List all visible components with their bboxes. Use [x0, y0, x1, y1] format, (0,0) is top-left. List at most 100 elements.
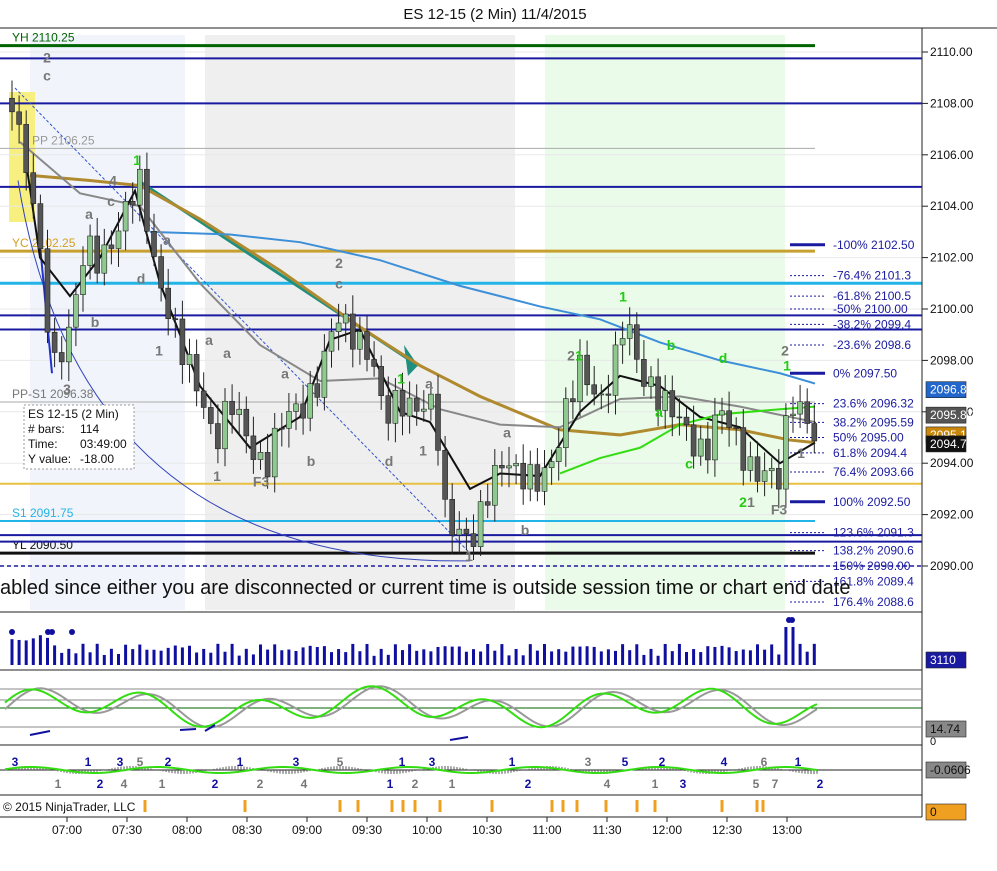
- candle-body: [598, 393, 605, 396]
- volume-bar: [244, 648, 248, 665]
- volume-bar: [614, 650, 617, 665]
- x-tick-label: 12:30: [712, 823, 742, 837]
- volume-bar: [564, 651, 568, 665]
- chart-window[interactable]: ES 12-15 (2 Min) 11/4/2015 YH 2110.25 PP …: [0, 0, 997, 871]
- stoch-axis-label: 0: [930, 736, 936, 748]
- volume-bar: [88, 652, 92, 665]
- macd-wave-top: 1: [795, 755, 802, 769]
- key-level-label: S1 2091.75: [12, 506, 74, 520]
- candle-body: [804, 401, 811, 424]
- candle-body: [243, 408, 250, 437]
- volume-bar: [351, 643, 355, 665]
- candle-body: [115, 230, 122, 249]
- y-tick-label: 2110.00: [930, 45, 973, 59]
- volume-bar: [727, 647, 731, 665]
- candle-body: [399, 390, 406, 417]
- wave-label: a: [503, 425, 511, 441]
- wave-label: 2: [781, 342, 789, 358]
- wave-label: c: [107, 193, 115, 209]
- candle-body: [222, 400, 228, 450]
- volume-bar: [330, 652, 333, 665]
- volume-bar: [606, 649, 610, 665]
- wave-label: F3: [253, 473, 270, 489]
- fib-label: 38.2% 2095.59: [833, 415, 914, 429]
- macd-wave-top: 3: [12, 755, 19, 769]
- macd-wave-top: 1: [509, 755, 516, 769]
- candle-body: [80, 265, 86, 295]
- candle-body: [768, 467, 775, 472]
- candle-body: [30, 172, 37, 204]
- volume-bar: [124, 644, 128, 665]
- y-tick-label: 2108.00: [930, 96, 974, 110]
- wave-label: a: [163, 232, 171, 248]
- volume-bar: [53, 645, 57, 665]
- volume-bar: [528, 644, 532, 665]
- volume-bar: [173, 645, 177, 665]
- candle-body: [775, 467, 782, 490]
- volume-bar: [457, 646, 461, 665]
- candle-body: [726, 410, 732, 428]
- candle-body: [144, 168, 150, 232]
- candle-body: [712, 414, 718, 461]
- y-tick-label: 2100.00: [930, 302, 974, 316]
- volume-bar: [535, 650, 539, 665]
- volume-bar: [344, 652, 348, 665]
- chart-svg[interactable]: ES 12-15 (2 Min) 11/4/2015 YH 2110.25 PP …: [0, 0, 997, 871]
- macd-wave-bottom: 2: [817, 777, 824, 791]
- wave-label: 2: [43, 49, 51, 65]
- volume-bar: [273, 644, 277, 665]
- volume-bar: [748, 650, 752, 665]
- candle-body: [612, 344, 619, 396]
- fib-label: 123.6% 2091.3: [833, 526, 914, 540]
- candle-body: [122, 201, 129, 232]
- wave-label: 4: [109, 173, 117, 189]
- price-tag: 2095.87: [930, 408, 974, 422]
- candle-body: [392, 390, 399, 424]
- wave-label: c: [335, 275, 343, 291]
- macd-wave-bottom: 2: [412, 777, 419, 791]
- macd-wave-bottom: 4: [604, 777, 611, 791]
- candle-body: [648, 376, 654, 387]
- volume-bar: [166, 647, 170, 665]
- volume-bar: [287, 649, 291, 665]
- candle-body: [456, 528, 463, 536]
- volume-bar: [102, 654, 106, 665]
- volume-bar: [46, 637, 49, 665]
- stoch-mark: [179, 728, 197, 731]
- candle-body: [37, 203, 44, 249]
- volume-bar: [585, 646, 589, 665]
- candle-body: [790, 413, 796, 417]
- volume-dot: [49, 629, 55, 635]
- volume-bar: [500, 644, 504, 665]
- candle-body: [293, 403, 299, 412]
- wave-label: d: [137, 270, 146, 286]
- candle-body: [108, 244, 115, 249]
- wave-label: 1: [797, 445, 805, 461]
- macd-wave-bottom: 7: [772, 777, 779, 791]
- candle-body: [435, 393, 441, 451]
- macd-wave-top: 5: [137, 755, 144, 769]
- volume-bar: [571, 646, 575, 665]
- wave-label: 1: [575, 347, 583, 363]
- fib-label: 100% 2092.50: [833, 495, 911, 509]
- wave-label: 1: [155, 342, 163, 358]
- price-tag: 2094.75: [930, 437, 974, 451]
- candle-body: [278, 427, 285, 430]
- wave-label: a: [425, 376, 433, 392]
- candle-body: [626, 324, 633, 339]
- volume-bar: [578, 646, 582, 665]
- volume-bar: [486, 644, 490, 665]
- fib-label: -38.2% 2099.4: [833, 317, 911, 331]
- candle-body: [783, 415, 789, 490]
- volume-bar: [74, 653, 78, 665]
- volume-bar: [60, 652, 64, 665]
- volume-bar: [237, 655, 241, 665]
- volume-bar: [493, 650, 497, 665]
- volume-bar: [202, 648, 206, 665]
- candle-body: [87, 235, 93, 266]
- wave-label: 1: [619, 288, 627, 304]
- wave-label: a: [655, 404, 663, 420]
- candle-body: [179, 318, 186, 365]
- wave-label: c: [685, 455, 693, 471]
- volume-bar: [713, 646, 717, 665]
